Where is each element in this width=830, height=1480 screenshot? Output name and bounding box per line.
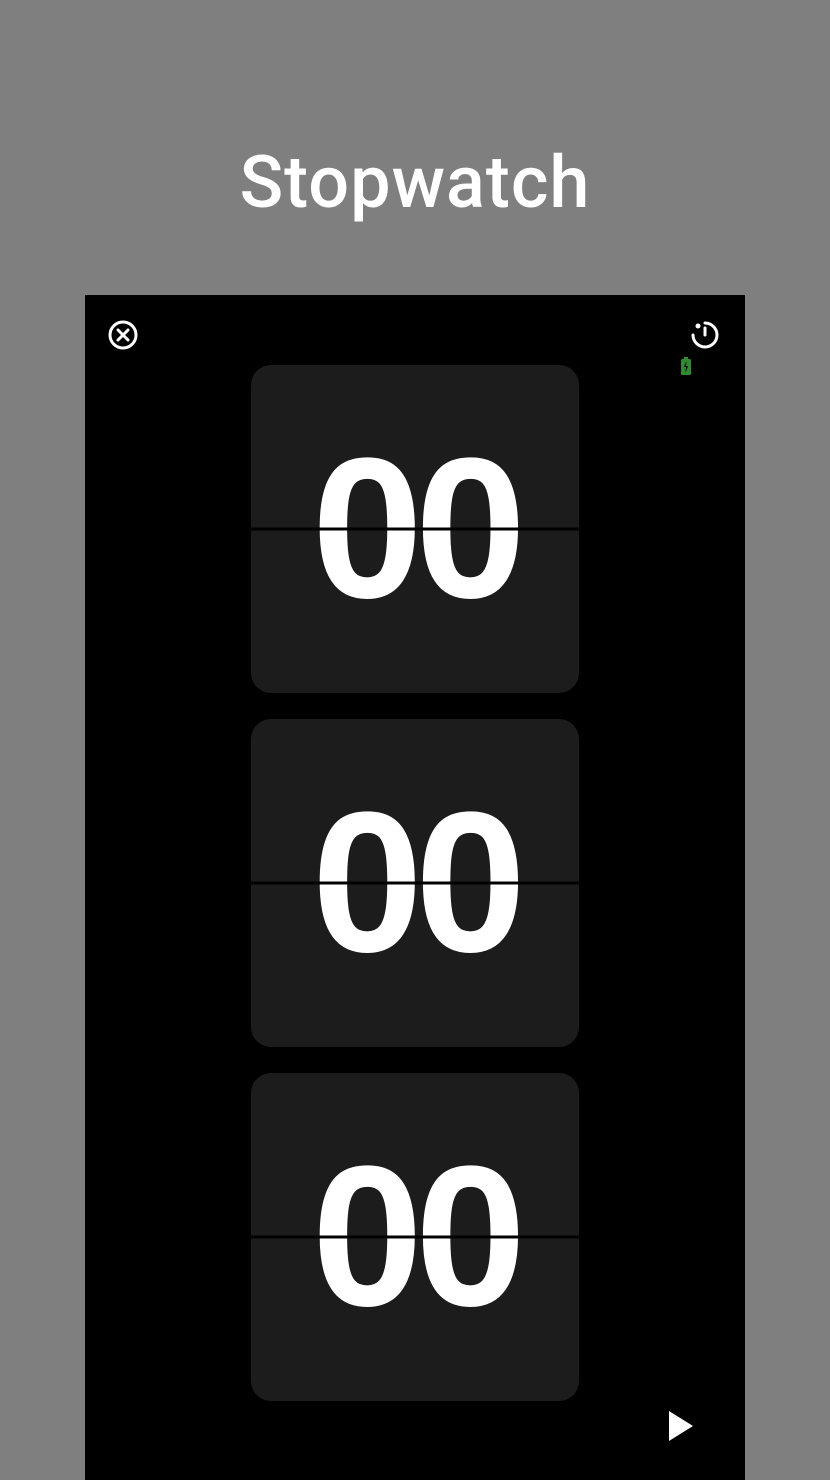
minutes-value: 00: [312, 783, 518, 983]
page-title: Stopwatch: [240, 140, 591, 225]
hours-value: 00: [312, 429, 518, 629]
battery-charging-icon: [681, 357, 691, 375]
hours-card: 00: [251, 365, 579, 693]
phone-frame: 00 00 00: [85, 295, 745, 1480]
play-icon[interactable]: [663, 1408, 699, 1444]
seconds-card: 00: [251, 1073, 579, 1401]
timer-icon[interactable]: [689, 319, 721, 351]
close-icon[interactable]: [107, 319, 139, 351]
minutes-card: 00: [251, 719, 579, 1047]
seconds-value: 00: [312, 1137, 518, 1337]
flip-cards-container: 00 00 00: [85, 295, 745, 1401]
